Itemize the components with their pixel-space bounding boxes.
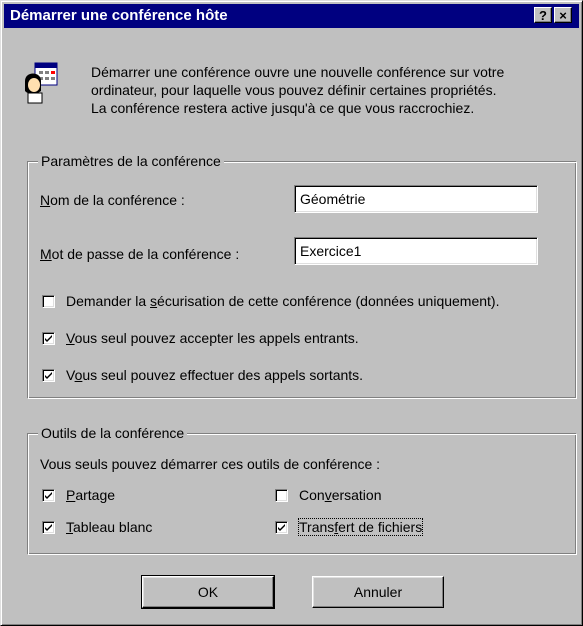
file-transfer-label: Transfert de fichiers — [297, 518, 424, 536]
chat-label: Conversation — [299, 487, 382, 503]
file-transfer-checkbox-row[interactable]: Transfert de fichiers — [275, 518, 424, 536]
checkmark-icon — [45, 334, 52, 342]
conference-tools-legend: Outils de la conférence — [38, 425, 188, 441]
secure-conference-checkbox[interactable] — [42, 294, 55, 308]
cancel-button[interactable]: Annuler — [312, 576, 444, 608]
close-button[interactable]: × — [554, 7, 572, 23]
checkmark-icon — [45, 523, 52, 531]
whiteboard-checkbox[interactable] — [42, 520, 55, 534]
sharing-label: Partage — [66, 487, 116, 503]
title-bar[interactable]: Démarrer une conférence hôte ? × — [4, 4, 579, 28]
checkmark-icon — [278, 523, 285, 531]
secure-conference-checkbox-row[interactable]: Demander la sécurisation de cette confér… — [42, 293, 500, 309]
chat-checkbox[interactable] — [275, 488, 288, 502]
ok-button[interactable]: OK — [141, 575, 275, 609]
conference-password-label: Mot de passe de la conférence : — [40, 246, 240, 262]
chat-checkbox-row[interactable]: Conversation — [275, 487, 382, 503]
conference-host-icon — [21, 61, 69, 105]
help-button[interactable]: ? — [534, 7, 552, 23]
dialog-title: Démarrer une conférence hôte — [10, 7, 228, 24]
conference-password-input[interactable] — [294, 237, 538, 265]
secure-conference-label: Demander la sécurisation de cette confér… — [66, 293, 500, 309]
whiteboard-checkbox-row[interactable]: Tableau blanc — [42, 519, 152, 535]
checkmark-icon — [45, 491, 52, 499]
place-outgoing-label: Vous seul pouvez effectuer des appels so… — [66, 367, 364, 383]
start-host-conference-dialog: Démarrer une conférence hôte ? × Démarre… — [0, 0, 583, 626]
intro-description: Démarrer une conférence ouvre une nouvel… — [91, 64, 505, 116]
place-outgoing-checkbox-row[interactable]: Vous seul pouvez effectuer des appels so… — [42, 367, 363, 383]
sharing-checkbox-row[interactable]: Partage — [42, 487, 115, 503]
conference-settings-legend: Paramètres de la conférence — [38, 153, 224, 169]
accept-incoming-label: Vous seul pouvez accepter les appels ent… — [66, 330, 359, 346]
conference-name-label: Nom de la conférence : — [40, 192, 185, 208]
accept-incoming-checkbox[interactable] — [42, 331, 55, 345]
file-transfer-checkbox[interactable] — [275, 520, 288, 534]
whiteboard-label: Tableau blanc — [66, 519, 153, 535]
conference-name-input[interactable] — [294, 185, 538, 213]
sharing-checkbox[interactable] — [42, 488, 55, 502]
checkmark-icon — [45, 371, 52, 379]
place-outgoing-checkbox[interactable] — [42, 368, 55, 382]
accept-incoming-checkbox-row[interactable]: Vous seul pouvez accepter les appels ent… — [42, 330, 359, 346]
tools-description: Vous seuls pouvez démarrer ces outils de… — [40, 456, 381, 472]
